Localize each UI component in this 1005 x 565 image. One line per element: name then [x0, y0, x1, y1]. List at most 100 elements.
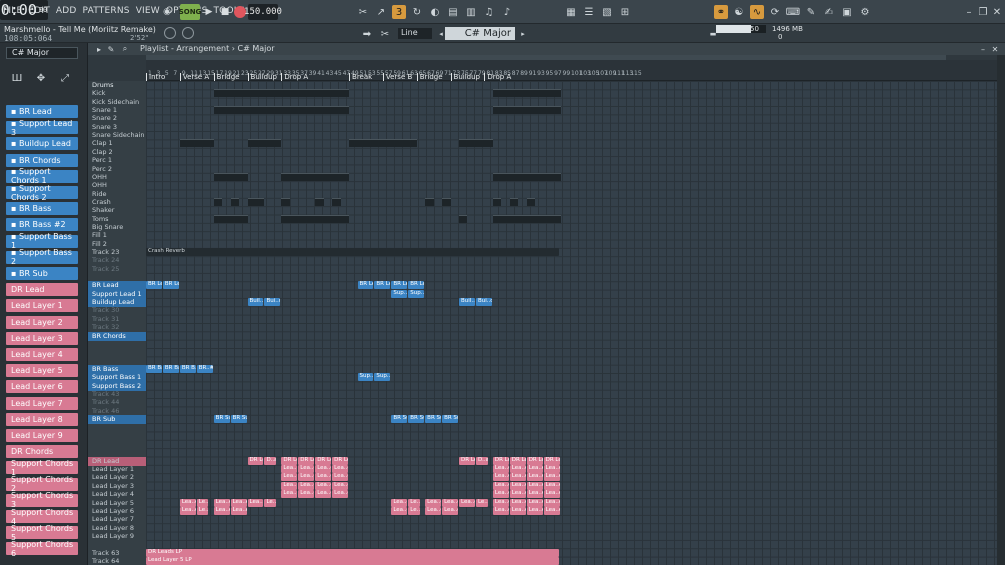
piano-roll-view-icon[interactable]: ▧ [600, 5, 614, 19]
pattern-clip[interactable]: Lea..er 5 [459, 498, 475, 507]
track-name[interactable]: Snare Sidechain [92, 131, 144, 139]
tools-icon[interactable]: ⚙ [858, 5, 872, 19]
pattern-clip[interactable]: Lea..er 4 [281, 490, 298, 499]
track-name[interactable]: Crash [92, 198, 111, 206]
pattern-clip[interactable]: BR Lead [408, 281, 425, 290]
channel-item[interactable]: Support Chords 2 [6, 475, 78, 493]
track-name[interactable]: Track 24 [92, 256, 119, 264]
track-name[interactable]: Track 63 [92, 549, 119, 557]
track-name[interactable]: OHH [92, 173, 107, 181]
drum-pattern-clip[interactable] [281, 106, 350, 115]
pattern-clip[interactable]: Lea..er 4 [298, 490, 315, 499]
pattern-clip[interactable]: Lea..er 6 [230, 506, 247, 515]
pattern-clip[interactable]: Sup..d 3 [391, 289, 408, 298]
channel-item[interactable]: ▪ BR Chords [6, 153, 78, 167]
pattern-clip[interactable]: Lea..er 1 [315, 465, 332, 474]
channel-item[interactable]: ▪ Buildup Lead [6, 137, 78, 151]
pattern-clip[interactable]: Lea..er 3 [332, 481, 349, 490]
pattern-clip[interactable]: Lea..er 6 [509, 506, 526, 515]
pattern-clip[interactable]: Lea..er 3 [492, 481, 509, 490]
pattern-clip[interactable]: BR Lead [391, 281, 408, 290]
song-mode-toggle[interactable]: SONG [179, 4, 201, 20]
drum-pattern-clip[interactable] [247, 197, 256, 206]
pattern-clip[interactable]: DR Lead [298, 456, 315, 465]
pattern-clip[interactable]: Lea..er 4 [332, 490, 349, 499]
track-name[interactable]: Kick Sidechain [92, 98, 139, 106]
track-name[interactable]: Lead Layer 8 [92, 524, 134, 532]
pattern-clip[interactable]: Lea..er 1 [281, 465, 298, 474]
track-name[interactable]: Track 46 [92, 407, 119, 415]
drum-pattern-clip[interactable] [492, 106, 561, 115]
pattern-clip[interactable]: BR Lead [162, 281, 179, 290]
pattern-clip[interactable]: BR Sub [391, 415, 408, 423]
channel-item[interactable]: Support Chords 6 [6, 540, 78, 558]
track-name[interactable]: Snare 2 [92, 114, 117, 122]
track-name[interactable]: Perc 1 [92, 156, 112, 164]
track-name[interactable]: Shaker [92, 206, 114, 214]
pattern-clip[interactable]: Lea..er 2 [526, 473, 543, 482]
stop-icon[interactable]: ■ [218, 4, 232, 20]
section-marker[interactable]: Intro [146, 73, 165, 81]
close-icon[interactable]: ✕ [990, 5, 1004, 19]
pattern-clip[interactable]: Lea..er 5 [526, 498, 543, 507]
channel-item[interactable]: Lead Layer 3 [6, 331, 78, 345]
track-name[interactable]: Lead Layer 9 [92, 532, 134, 540]
track-name[interactable]: Track 43 [92, 390, 119, 398]
pattern-clip[interactable]: Le..r 5 [264, 498, 277, 507]
section-marker[interactable]: Break [349, 73, 372, 81]
minimize-icon[interactable]: – [962, 5, 976, 19]
channel-item[interactable]: ▪ BR Lead [6, 105, 78, 118]
pattern-clip[interactable]: Lea..er 2 [332, 473, 349, 482]
cut-tool-icon[interactable]: ✂ [378, 27, 392, 41]
channel-item[interactable]: Lead Layer 4 [6, 348, 78, 361]
channel-item[interactable]: Lead Layer 1 [6, 299, 78, 313]
vertical-scrollbar[interactable] [997, 55, 1005, 565]
zoom-icon[interactable]: ⌕ [118, 42, 132, 56]
section-marker[interactable]: Bridge [213, 73, 240, 81]
drum-pattern-clip[interactable] [281, 197, 290, 206]
track-name[interactable]: Toms [92, 215, 109, 223]
pattern-clip[interactable]: DR Lead [315, 456, 332, 465]
pattern-clip[interactable]: Lea..er 3 [281, 481, 298, 490]
pattern-clip[interactable]: Lea..er 1 [509, 465, 526, 474]
link-icon[interactable]: ⚭ [714, 5, 728, 19]
track-name[interactable]: Track 32 [92, 323, 119, 331]
pattern-clip[interactable]: Lea..er 4 [315, 490, 332, 499]
menu-item-view[interactable]: VIEW [136, 6, 160, 16]
channel-item[interactable]: Lead Layer 6 [6, 380, 78, 394]
wave-icon[interactable]: ∿ [750, 5, 764, 19]
drum-pattern-clip[interactable] [213, 197, 223, 206]
pattern-clip[interactable]: BR B..#2 [179, 364, 196, 373]
drum-pattern-clip[interactable] [492, 197, 502, 206]
drum-pattern-clip[interactable] [281, 214, 350, 223]
drum-pattern-clip[interactable] [281, 89, 350, 98]
channel-item[interactable]: ▪ BR Bass [6, 202, 78, 216]
section-marker[interactable]: Bridge [416, 73, 443, 81]
track-name[interactable]: Support Bass 2 [92, 382, 141, 390]
pattern-clip[interactable]: Lea..er 6 [526, 506, 543, 515]
track-name[interactable]: BR Chords [92, 332, 126, 340]
track-name[interactable]: Clap 2 [92, 148, 113, 156]
wait-icon[interactable]: ↗ [374, 5, 388, 19]
channel-item[interactable]: Lead Layer 9 [6, 429, 78, 442]
pattern-clip[interactable]: Lea..er 2 [315, 473, 332, 482]
pattern-clip[interactable]: Buil..ad [247, 298, 264, 307]
pattern-clip[interactable]: Lea..er 4 [509, 490, 526, 499]
pattern-clip[interactable]: BR Bass [162, 364, 179, 373]
pattern-clip[interactable]: BR Sub [213, 415, 230, 423]
pattern-clip[interactable]: Lea..er 1 [543, 465, 560, 474]
channel-item[interactable]: ▪ Support Bass 2 [6, 248, 78, 266]
pattern-clip[interactable]: DR Lead [332, 456, 349, 465]
pattern-clip[interactable]: Lea..er 1 [298, 465, 315, 474]
automation-clip[interactable]: Crash Reverb [146, 248, 559, 256]
channel-item[interactable]: DR Chords [6, 445, 78, 459]
track-name[interactable]: Lead Layer 5 [92, 499, 134, 507]
snap-select[interactable]: Line [398, 28, 432, 39]
arrangement-grid[interactable]: Crash Reverb DR Leads LPLead Layer 5 LP Le… [146, 81, 1005, 565]
track-name[interactable]: OHH [92, 181, 107, 189]
track-name[interactable]: Drums [92, 81, 114, 89]
channel-item[interactable]: ▪ Support Bass 1 [6, 232, 78, 250]
channel-item[interactable]: ▪ Support Chords 2 [6, 184, 78, 202]
section-marker[interactable]: Verse A [179, 73, 209, 81]
loop-icon[interactable]: ⟳ [768, 5, 782, 19]
